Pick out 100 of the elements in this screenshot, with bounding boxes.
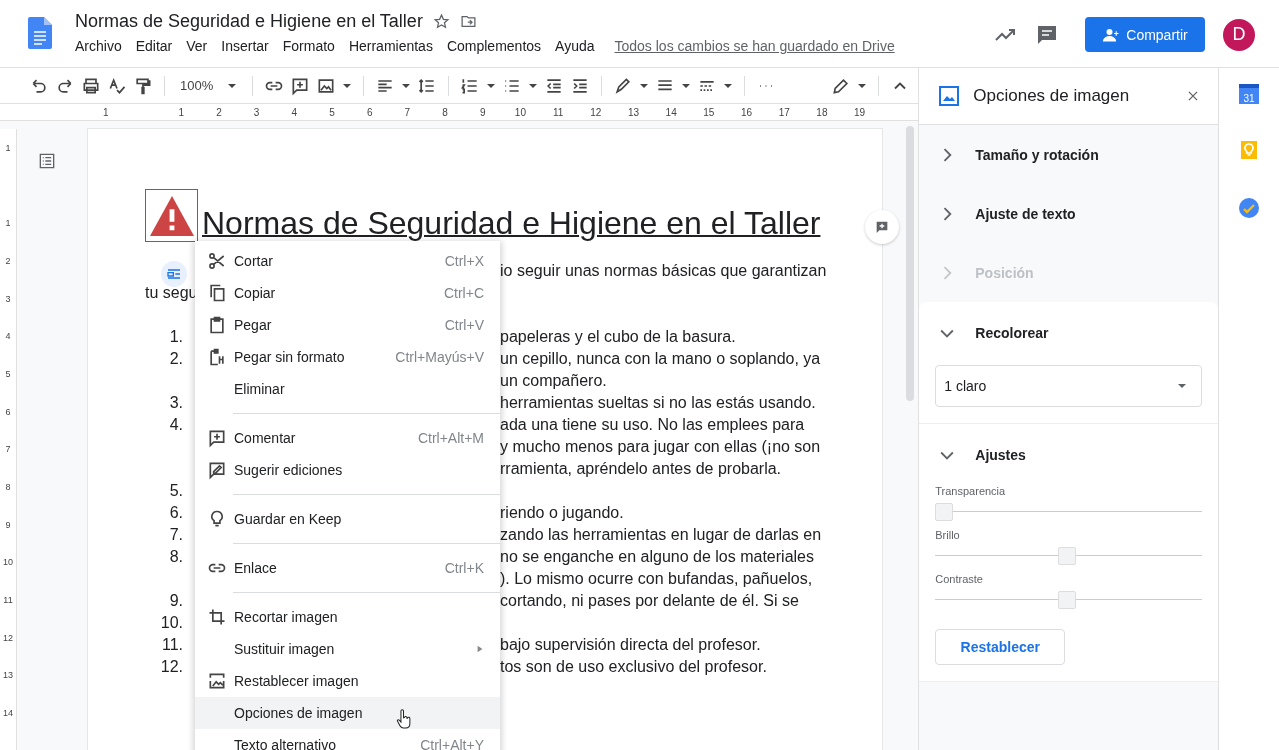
shortcut-text: Ctrl+K (444, 560, 484, 576)
section-header[interactable]: Ajuste de texto (919, 184, 1219, 243)
add-comment-button[interactable] (865, 210, 899, 244)
ruler-number: 9 (4, 518, 12, 532)
list-item-text: tos son de uso exclusivo del profesor. (500, 658, 767, 676)
ruler-number: 13 (2, 669, 14, 683)
clipboard-icon (207, 315, 227, 335)
crop-icon (207, 607, 227, 627)
ruler-number: 6 (4, 405, 12, 419)
list-item-text: un cepillo, nunca con la mano o soplando, ya (500, 350, 821, 368)
ruler-number: 17 (777, 106, 791, 118)
menu-item[interactable]: Complementos (446, 38, 542, 54)
menu-item[interactable]: Guardar en Keep (195, 503, 500, 535)
avatar[interactable]: D (1223, 18, 1255, 51)
menu-item[interactable]: Sugerir ediciones (195, 454, 500, 486)
scissors-icon (207, 251, 227, 271)
calendar-app-icon[interactable]: 31 (1239, 84, 1259, 104)
recolor-dropdown[interactable]: 1 claro (935, 365, 1203, 407)
ruler-number: 2 (4, 254, 12, 268)
slider-thumb[interactable] (935, 503, 954, 521)
ruler-number: 6 (365, 106, 374, 118)
save-status-link[interactable]: Todos los cambios se han guardado en Drive (614, 38, 895, 54)
slider-label: Brillo (935, 529, 961, 541)
caret-icon (1177, 381, 1188, 391)
menu-item-label: Restablecer imagen (234, 673, 359, 689)
slider-label: Transparencia (935, 485, 1007, 497)
section-header[interactable]: Tamaño y rotación (919, 125, 1219, 184)
slider-track[interactable] (935, 547, 1203, 565)
zoom-dropdown[interactable]: 100% (176, 78, 242, 93)
list-number: 10. (159, 614, 183, 632)
image-icon (937, 84, 962, 108)
ruler-number: 5 (328, 106, 336, 118)
document-title[interactable]: Normas de Seguridad e Higiene en el Taller (75, 11, 423, 32)
menu-item[interactable]: Copiar Ctrl+C (195, 277, 500, 309)
check-circle-app-icon[interactable] (1237, 196, 1261, 220)
shortcut-text: Ctrl+Mayús+V (395, 349, 484, 365)
menu-item[interactable]: Enlace Ctrl+K (195, 552, 500, 584)
menu-item[interactable]: Opciones de imagen (195, 697, 500, 729)
menu-item[interactable]: Formato (282, 38, 335, 54)
menu-item-label: Sugerir ediciones (234, 462, 343, 478)
menu-item[interactable]: Pegar Ctrl+V (195, 309, 500, 341)
suggest-edit-icon (207, 460, 227, 480)
ruler-number: 1 (4, 141, 12, 155)
menu-item[interactable]: Insertar (221, 38, 269, 54)
share-button[interactable]: Compartir (1085, 17, 1205, 52)
list-number: 12. (159, 658, 183, 676)
wrap-text-icon (166, 266, 182, 282)
menu-item-label: Pegar (234, 317, 272, 333)
shortcut-text: Ctrl+V (444, 317, 484, 333)
ruler-number: 18 (815, 106, 829, 118)
scrollbar[interactable] (906, 126, 914, 401)
list-item-text: un compañero. (500, 372, 607, 390)
ruler-number: 1 (102, 106, 110, 118)
ruler-number: 14 (2, 707, 14, 721)
list-number: 7. (168, 526, 183, 544)
slider-track[interactable] (935, 503, 1203, 521)
spellcheck-icon[interactable] (107, 75, 127, 96)
slider-thumb[interactable] (1057, 547, 1076, 565)
ruler-number: 4 (290, 106, 299, 118)
menu-item[interactable]: Eliminar (195, 373, 500, 405)
ruler-number: 11 (551, 106, 565, 118)
menu-item[interactable]: Editar (135, 38, 173, 54)
paragraph-text: io seguir unas normas básicas que garantizan (500, 262, 827, 280)
ruler-number: 11 (2, 594, 14, 608)
menu-item[interactable]: Cortar Ctrl+X (195, 245, 500, 277)
menu-item[interactable]: Pegar sin formato Ctrl+Mayús+V (195, 341, 500, 373)
ruler-number: 3 (252, 106, 261, 118)
menu-item[interactable]: Restablecer imagen (195, 665, 500, 697)
menu-item[interactable]: Sustituir imagen (195, 633, 500, 665)
folder-icon[interactable] (459, 13, 477, 30)
shortcut-text: Ctrl+Alt+M (417, 430, 484, 446)
menu-item-label: Guardar en Keep (234, 511, 342, 527)
star-icon[interactable] (432, 13, 450, 30)
list-item-text: rramienta, apréndelo antes de probarla. (500, 460, 782, 478)
slider-track[interactable] (935, 591, 1203, 609)
image-reset-icon (207, 671, 227, 691)
ruler-number: 5 (4, 367, 12, 381)
ruler-number: 1 (4, 217, 12, 231)
docs-logo-icon[interactable] (28, 17, 52, 49)
ruler-number: 12 (589, 106, 603, 118)
outline-icon[interactable] (37, 151, 57, 171)
section-header[interactable]: Ajustes (919, 424, 1219, 485)
menu-item[interactable]: Archivo (75, 38, 122, 54)
ruler-number: 16 (739, 106, 754, 118)
menu-item[interactable]: Texto alternativo Ctrl+Alt+Y (195, 729, 500, 750)
menu-item[interactable]: Ayuda (555, 38, 595, 54)
list-item-text: riendo o jugando. (500, 504, 624, 522)
document-heading: Normas de Seguridad e Higiene en el Taller (202, 205, 821, 242)
menu-item[interactable]: Herramientas (348, 38, 433, 54)
menu-item[interactable]: Recortar imagen (195, 601, 500, 633)
menu-item[interactable]: Comentar Ctrl+Alt+M (195, 422, 500, 454)
menu-item-label: Eliminar (234, 381, 285, 397)
add-comment-icon (874, 219, 890, 235)
ruler-number: 4 (4, 330, 12, 344)
slider-thumb[interactable] (1057, 591, 1076, 609)
ruler-number: 10 (513, 106, 527, 118)
list-number: 2. (168, 350, 183, 368)
menu-item[interactable]: Ver (186, 38, 208, 54)
reset-button[interactable]: Restablecer (935, 629, 1066, 665)
section-header[interactable]: Recolorear (919, 302, 1219, 363)
